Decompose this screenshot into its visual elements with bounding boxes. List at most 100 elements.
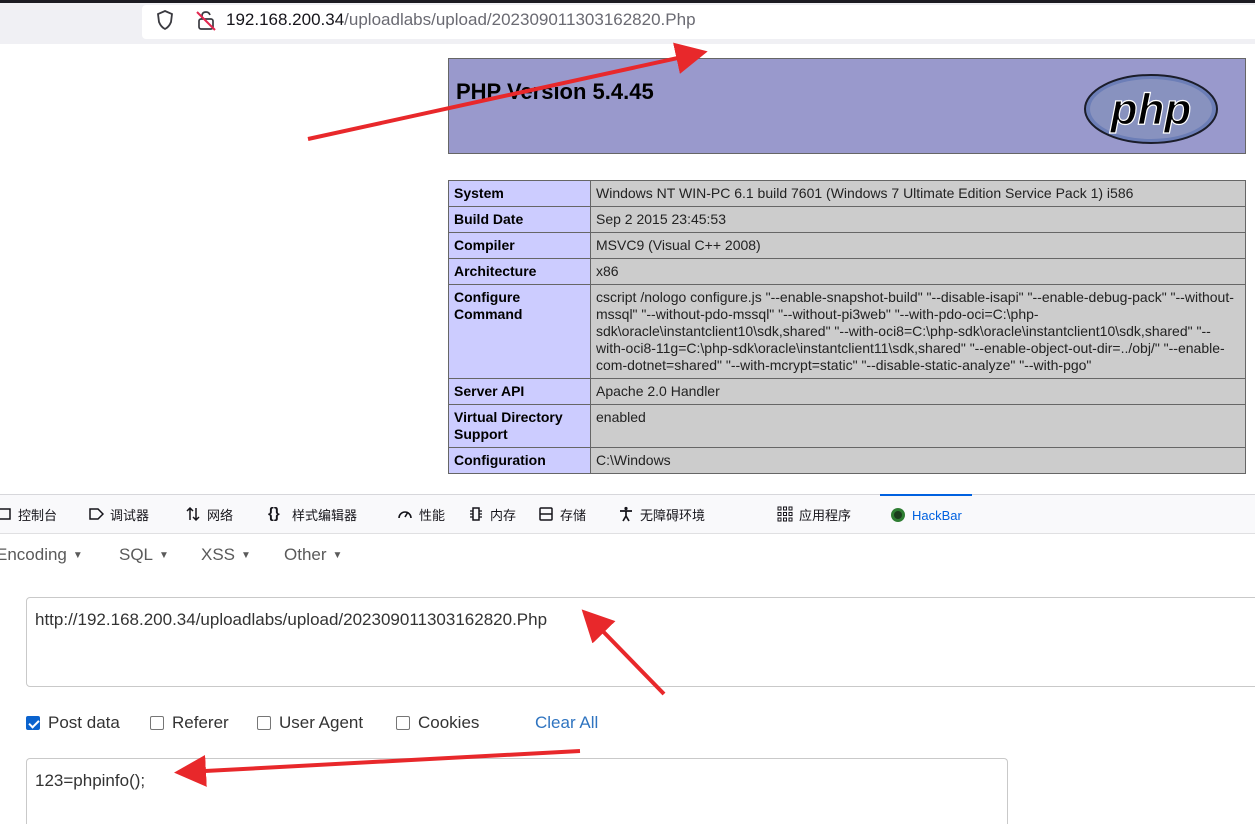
- tab-label: 性能: [419, 507, 446, 523]
- menu-label: Encoding: [0, 545, 67, 564]
- info-row: Build Date Sep 2 2015 23:45:53: [448, 206, 1246, 233]
- url-text[interactable]: 192.168.200.34/uploadlabs/upload/2023090…: [226, 9, 696, 31]
- cookies-checkbox[interactable]: Cookies: [396, 713, 479, 733]
- tab-hackbar[interactable]: HackBar: [880, 494, 972, 534]
- info-key: Server API: [448, 378, 591, 405]
- tab-label: HackBar: [912, 507, 962, 523]
- window-frame-edge: [0, 0, 1255, 3]
- memory-icon: [470, 507, 482, 521]
- tab-label: 存储: [560, 507, 587, 523]
- info-key: System: [448, 180, 591, 207]
- menu-label: Other: [284, 545, 327, 564]
- info-row: Configuration C:\Windows: [448, 447, 1246, 474]
- php-version-title: PHP Version 5.4.45: [456, 79, 654, 104]
- performance-icon: [398, 511, 412, 519]
- info-key: Architecture: [448, 258, 591, 285]
- info-key: Configuration: [448, 447, 591, 474]
- devtools-tab-bar: 控制台 调试器 网络 {} 样式编辑器 性能 内存 存储 无障碍环境 应用程序 …: [0, 494, 1255, 534]
- storage-icon: [539, 507, 553, 521]
- info-value: Sep 2 2015 23:45:53: [590, 206, 1246, 233]
- php-version-header: PHP Version 5.4.45 php: [448, 58, 1246, 154]
- info-value: Apache 2.0 Handler: [590, 378, 1246, 405]
- info-value: cscript /nologo configure.js "--enable-s…: [590, 284, 1246, 379]
- browser-toolbar: 192.168.200.34/uploadlabs/upload/2023090…: [0, 0, 1255, 44]
- info-value: MSVC9 (Visual C++ 2008): [590, 232, 1246, 259]
- option-label: Referer: [172, 713, 229, 732]
- menu-encoding[interactable]: Encoding ▼: [0, 545, 83, 565]
- caret-down-icon: ▼: [72, 550, 83, 562]
- menu-sql[interactable]: SQL ▼: [119, 545, 169, 565]
- page-content: PHP Version 5.4.45 php System Windows NT …: [0, 44, 1255, 494]
- hackbar-post-data-input[interactable]: 123=phpinfo();: [26, 758, 1008, 824]
- caret-down-icon: ▼: [332, 550, 343, 562]
- tab-application[interactable]: 应用程序: [777, 495, 851, 533]
- debugger-icon: [89, 508, 104, 520]
- clear-all-button[interactable]: Clear All: [535, 713, 598, 733]
- post-data-checkbox[interactable]: Post data: [26, 713, 120, 733]
- tab-storage[interactable]: 存储: [538, 495, 586, 533]
- caret-down-icon: ▼: [159, 550, 169, 562]
- info-row: Architecture x86: [448, 258, 1246, 285]
- menu-label: XSS: [201, 545, 236, 564]
- option-label: User Agent: [279, 713, 364, 732]
- info-key: Virtual Directory Support: [448, 404, 591, 448]
- info-key: Compiler: [448, 232, 591, 259]
- checkbox[interactable]: [257, 716, 271, 730]
- checkbox[interactable]: [396, 716, 410, 730]
- info-key: Configure Command: [448, 284, 591, 379]
- insecure-lock-icon[interactable]: [194, 8, 218, 32]
- tab-console[interactable]: 控制台: [0, 495, 57, 533]
- tab-performance[interactable]: 性能: [397, 495, 445, 533]
- tab-label: 样式编辑器: [292, 507, 358, 523]
- info-row: Compiler MSVC9 (Visual C++ 2008): [448, 232, 1246, 259]
- menu-other[interactable]: Other ▼: [284, 545, 342, 565]
- tab-memory[interactable]: 内存: [468, 495, 516, 533]
- info-value: enabled: [590, 404, 1246, 448]
- info-row: Virtual Directory Support enabled: [448, 404, 1246, 448]
- tab-label: 网络: [207, 507, 234, 523]
- accessibility-icon: [620, 506, 632, 522]
- menu-label: SQL: [119, 545, 154, 564]
- application-grid-icon: [777, 506, 793, 522]
- menu-xss[interactable]: XSS ▼: [201, 545, 251, 565]
- hackbar-menu-bar: Encoding ▼ SQL ▼ XSS ▼ Other ▼: [0, 533, 1255, 577]
- hackbar-url-value: http://192.168.200.34/uploadlabs/upload/…: [35, 610, 548, 629]
- hackbar-url-input[interactable]: http://192.168.200.34/uploadlabs/upload/…: [26, 597, 1255, 687]
- info-key: Build Date: [448, 206, 591, 233]
- tab-label: 应用程序: [799, 507, 852, 523]
- tab-label: 调试器: [110, 507, 150, 523]
- hackbar-options: Post data Referer User Agent Cookies Cle…: [26, 713, 726, 737]
- info-value: x86: [590, 258, 1246, 285]
- tab-label: 控制台: [18, 507, 58, 523]
- checkbox[interactable]: [150, 716, 164, 730]
- tab-style-editor[interactable]: {} 样式编辑器: [268, 495, 357, 533]
- tab-network[interactable]: 网络: [185, 495, 233, 533]
- info-row: System Windows NT WIN-PC 6.1 build 7601 (…: [448, 180, 1246, 207]
- user-agent-checkbox[interactable]: User Agent: [257, 713, 363, 733]
- php-logo[interactable]: php: [1083, 73, 1219, 145]
- tab-debugger[interactable]: 调试器: [88, 495, 149, 533]
- info-value: Windows NT WIN-PC 6.1 build 7601 (Window…: [590, 180, 1246, 207]
- tracking-shield-icon[interactable]: [155, 9, 175, 31]
- info-row: Configure Command cscript /nologo configu…: [448, 284, 1246, 379]
- option-label: Post data: [48, 713, 120, 732]
- option-label: Cookies: [418, 713, 480, 732]
- braces-icon: {}: [268, 505, 280, 522]
- url-host: 192.168.200.34: [226, 10, 345, 29]
- tab-label: 无障碍环境: [640, 507, 706, 523]
- php-info-table: System Windows NT WIN-PC 6.1 build 7601 (…: [448, 180, 1246, 474]
- caret-down-icon: ▼: [241, 550, 251, 562]
- console-icon: [0, 508, 11, 520]
- post-data-value: 123=phpinfo();: [35, 771, 146, 790]
- url-path: /uploadlabs/upload/202309011303162820.Ph…: [344, 10, 696, 29]
- hackbar-icon: [891, 508, 905, 522]
- tab-accessibility[interactable]: 无障碍环境: [618, 495, 705, 533]
- checkbox-checked[interactable]: [26, 716, 40, 730]
- network-icon: [186, 506, 200, 522]
- referer-checkbox[interactable]: Referer: [150, 713, 229, 733]
- info-row: Server API Apache 2.0 Handler: [448, 378, 1246, 405]
- tab-label: 内存: [490, 507, 517, 523]
- devtools-panel: 控制台 调试器 网络 {} 样式编辑器 性能 内存 存储 无障碍环境 应用程序 …: [0, 494, 1255, 824]
- php-logo-text: php: [1110, 85, 1192, 134]
- info-value: C:\Windows: [590, 447, 1246, 474]
